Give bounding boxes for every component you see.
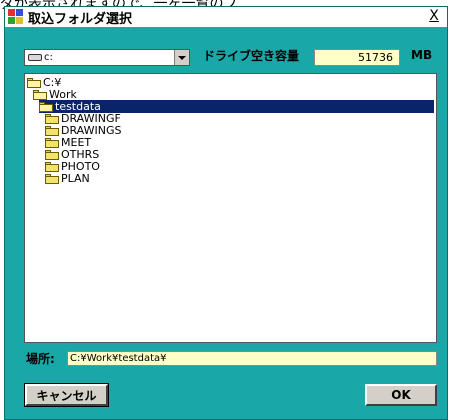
folder-icon [45, 113, 59, 124]
ok-button[interactable]: OK [365, 384, 437, 406]
folder-icon [45, 173, 59, 184]
tree-item-label: PLAN [61, 172, 90, 185]
close-button[interactable]: X [427, 8, 441, 24]
free-space-unit: MB [411, 48, 433, 62]
free-space-value: 51736 [314, 49, 400, 66]
folder-open-icon [27, 77, 41, 88]
folder-icon [45, 149, 59, 160]
drive-select[interactable]: c: [24, 49, 190, 66]
dialog-title: 取込フォルダ選択 [28, 11, 133, 27]
folder-icon [45, 137, 59, 148]
tree-item-plan[interactable]: PLAN [45, 172, 90, 185]
folder-icon [45, 125, 59, 136]
cancel-button[interactable]: キャンセル [24, 383, 109, 407]
folder-open-icon [33, 89, 47, 100]
folder-tree[interactable]: C:¥ Work testdata DRAWINGF DRAWINGS MEET OTHRS… [24, 73, 437, 343]
location-label: 場所: [26, 352, 55, 366]
drive-select-value: c: [44, 52, 53, 63]
title-bar[interactable]: 取込フォルダ選択 X [5, 7, 447, 27]
chevron-down-icon[interactable] [174, 50, 189, 65]
folder-icon [45, 161, 59, 172]
folder-open-icon [39, 101, 53, 112]
free-space-label: ドライブ空き容量 [203, 49, 300, 63]
location-field: C:¥Work¥testdata¥ [67, 351, 437, 366]
drive-icon [28, 54, 42, 61]
app-icon [8, 9, 24, 25]
